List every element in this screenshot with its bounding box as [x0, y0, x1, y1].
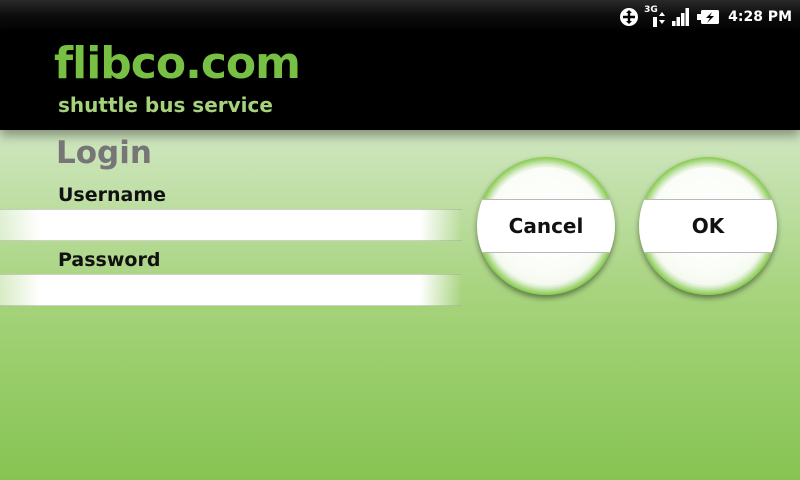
- ok-button[interactable]: OK: [639, 157, 777, 295]
- status-clock: 4:28 PM: [728, 9, 792, 25]
- password-label: Password: [58, 249, 161, 271]
- brand-logo-text: flibco.com: [54, 38, 301, 89]
- ok-button-label: OK: [691, 214, 725, 238]
- login-title: Login: [56, 135, 152, 171]
- brand-tagline: shuttle bus service: [58, 93, 273, 117]
- username-input[interactable]: [0, 209, 462, 241]
- cancel-button-label: Cancel: [508, 214, 584, 238]
- battery-charging-icon: [696, 8, 720, 26]
- cancel-button[interactable]: Cancel: [477, 157, 615, 295]
- login-screen: 3G 4:28 PM flibco.com shuttle bus servic…: [0, 0, 800, 480]
- sync-icon: [619, 7, 639, 27]
- password-input[interactable]: [0, 274, 462, 306]
- network-3g-icon: 3G: [644, 6, 666, 28]
- app-header: flibco.com shuttle bus service: [0, 34, 800, 130]
- signal-bars-icon: [671, 7, 691, 27]
- username-label: Username: [58, 184, 167, 206]
- status-icons: 3G 4:28 PM: [619, 0, 792, 34]
- status-bar: 3G 4:28 PM: [0, 0, 800, 34]
